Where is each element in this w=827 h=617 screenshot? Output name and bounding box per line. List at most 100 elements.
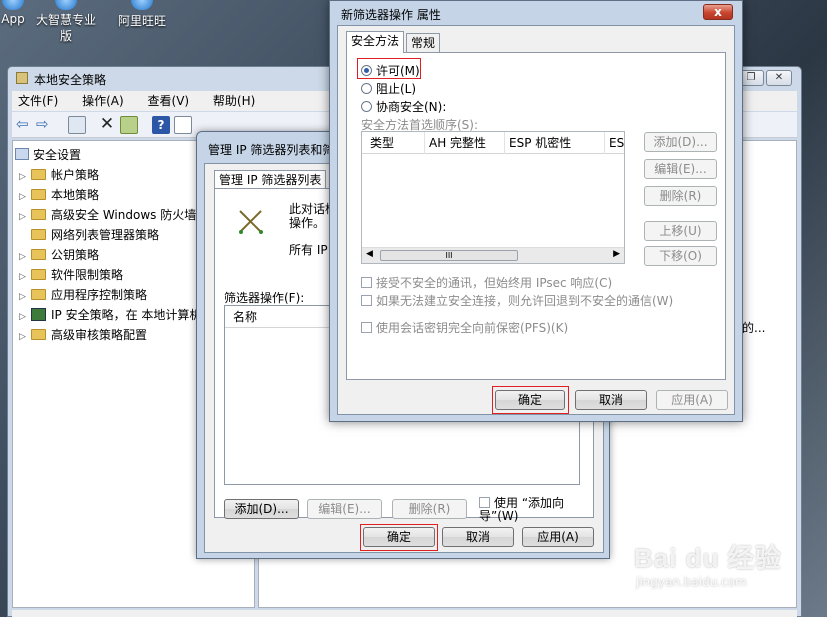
tree-item-public-key[interactable]: ▷ 公钥策略 xyxy=(19,245,99,265)
desktop-icon-label: 大智慧专业版 xyxy=(36,13,97,43)
checkbox[interactable] xyxy=(361,277,372,288)
scroll-right-icon[interactable]: ▶ xyxy=(613,249,620,259)
add-method-button[interactable]: 添加(D)... xyxy=(644,132,717,152)
scroll-thumb[interactable]: III xyxy=(380,250,518,261)
cancel-button[interactable]: 取消 xyxy=(575,390,647,410)
app-icon xyxy=(2,0,24,10)
menu-file[interactable]: 文件(F) xyxy=(12,94,58,108)
radio-block[interactable]: 阻止(L) xyxy=(361,80,416,97)
delete-method-button[interactable]: 删除(R) xyxy=(644,186,717,206)
apply-button[interactable]: 应用(A) xyxy=(522,527,594,547)
checkbox[interactable] xyxy=(361,295,372,306)
desktop-icon-app[interactable]: App xyxy=(0,0,28,26)
folder-icon xyxy=(31,169,46,180)
dazhihui-icon xyxy=(55,0,77,10)
radio-negotiate[interactable]: 协商安全(N): xyxy=(361,98,446,115)
dialog-body: 安全方法 常规 许可(M) 阻止(L) 协商安全(N): 安全方法首选顺序(S)… xyxy=(337,25,735,415)
accept-unsecured-checkbox[interactable]: 接受不安全的通讯，但始终用 IPsec 响应(C) xyxy=(361,274,612,291)
desktop-icon-label: App xyxy=(1,12,25,26)
column-name[interactable]: 名称 xyxy=(225,310,257,324)
radio-icon[interactable] xyxy=(361,101,372,112)
highlight-box xyxy=(360,524,438,551)
show-hide-tree-icon[interactable] xyxy=(68,116,86,134)
highlight-box xyxy=(492,386,569,414)
menu-view[interactable]: 查看(V) xyxy=(142,94,190,108)
security-methods-list[interactable]: 类型 AH 完整性 ESP 机密性 ESI ◀ III ▶ xyxy=(361,131,625,264)
tree-item-software-restriction[interactable]: ▷ 软件限制策略 xyxy=(19,265,123,285)
radio-icon[interactable] xyxy=(361,83,372,94)
move-down-button[interactable]: 下移(O) xyxy=(644,246,717,266)
tree-item-local-policies[interactable]: ▷ 本地策略 xyxy=(19,185,99,205)
expand-arrow-icon[interactable]: ▷ xyxy=(19,207,31,227)
highlight-box xyxy=(357,58,421,79)
move-up-button[interactable]: 上移(U) xyxy=(644,221,717,241)
tab-security-methods[interactable]: 安全方法 xyxy=(346,31,405,53)
close-button[interactable]: x xyxy=(703,4,733,20)
properties-icon[interactable] xyxy=(174,116,192,134)
delete-button[interactable]: 删除(R) xyxy=(392,499,467,519)
pfs-checkbox[interactable]: 使用会话密钥完全向前保密(PFS)(K) xyxy=(361,319,568,336)
dialog-title: 管理 IP 筛选器列表和筛 xyxy=(208,143,335,157)
back-arrow-icon[interactable]: ⇦ xyxy=(16,116,34,134)
window-title: 本地安全策略 xyxy=(34,73,107,87)
expand-arrow-icon[interactable]: ▷ xyxy=(19,287,31,307)
desktop-icon-label: 阿里旺旺 xyxy=(117,14,166,28)
folder-icon xyxy=(31,189,46,200)
use-wizard-checkbox[interactable]: 使用 “添加向导”(W) xyxy=(479,497,589,523)
aliwangwang-icon xyxy=(131,0,153,10)
tree-item-network-list[interactable]: 网络列表管理器策略 xyxy=(19,225,159,245)
tab-panel: 许可(M) 阻止(L) 协商安全(N): 安全方法首选顺序(S): 类型 AH … xyxy=(346,52,726,380)
menu-help[interactable]: 帮助(H) xyxy=(207,94,255,108)
folder-icon xyxy=(31,289,46,300)
add-button[interactable]: 添加(D)... xyxy=(224,499,299,519)
tree-item-account-policies[interactable]: ▷ 帐户策略 xyxy=(19,165,99,185)
description-line-3: 所有 IP xyxy=(289,243,328,257)
status-bar xyxy=(12,610,797,617)
dialog-title: 新筛选器操作 属性 xyxy=(341,8,441,22)
menu-action[interactable]: 操作(A) xyxy=(76,94,124,108)
expand-arrow-icon[interactable]: ▷ xyxy=(19,187,31,207)
desktop-icon-aliwangwang[interactable]: 阿里旺旺 xyxy=(112,0,172,29)
tree-item-app-control[interactable]: ▷ 应用程序控制策略 xyxy=(19,285,147,305)
checkbox[interactable] xyxy=(479,497,490,508)
edit-button[interactable]: 编辑(E)... xyxy=(307,499,382,519)
help-icon[interactable]: ? xyxy=(152,116,170,134)
watermark-url: jingyan.baidu.com xyxy=(636,575,747,589)
horizontal-scrollbar[interactable]: ◀ III ▶ xyxy=(362,247,624,263)
tab-general[interactable]: 常规 xyxy=(406,33,441,52)
allow-fallback-checkbox[interactable]: 如果无法建立安全连接，则允许回退到不安全的通信(W) xyxy=(361,292,673,309)
security-settings-icon xyxy=(15,148,29,160)
tree-root[interactable]: 安全设置 xyxy=(15,145,81,165)
checkbox[interactable] xyxy=(361,322,372,333)
column-esp-truncated[interactable]: ESI xyxy=(604,132,624,154)
export-list-icon[interactable] xyxy=(120,116,138,134)
column-ah-integrity[interactable]: AH 完整性 xyxy=(424,132,486,154)
expand-arrow-icon[interactable]: ▷ xyxy=(19,307,31,327)
baidu-watermark: Bai du 经验 jingyan.baidu.com xyxy=(634,538,824,589)
cancel-button[interactable]: 取消 xyxy=(442,527,514,547)
expand-arrow-icon[interactable]: ▷ xyxy=(19,167,31,187)
folder-icon xyxy=(31,329,46,340)
close-button[interactable]: ✕ xyxy=(766,70,792,86)
delete-icon[interactable]: ✕ xyxy=(98,116,116,134)
scroll-left-icon[interactable]: ◀ xyxy=(366,249,373,259)
expand-arrow-icon[interactable]: ▷ xyxy=(19,327,31,347)
forward-arrow-icon[interactable]: ⇨ xyxy=(36,116,54,134)
new-filter-action-dialog: 新筛选器操作 属性 x 安全方法 常规 许可(M) 阻止(L) 协商安全(N):… xyxy=(329,0,743,422)
apply-button[interactable]: 应用(A) xyxy=(656,390,728,410)
edit-method-button[interactable]: 编辑(E)... xyxy=(644,159,717,179)
tab-manage-filter-list[interactable]: 管理 IP 筛选器列表 xyxy=(214,170,327,189)
column-type[interactable]: 类型 xyxy=(370,132,394,154)
tree-item-advanced-audit[interactable]: ▷ 高级审核策略配置 xyxy=(19,325,147,345)
filter-action-icon xyxy=(237,207,265,235)
column-esp-confidentiality[interactable]: ESP 机密性 xyxy=(504,132,571,154)
expand-arrow-icon[interactable]: ▷ xyxy=(19,267,31,287)
desktop-icon-dazhihui[interactable]: 大智慧专业版 xyxy=(32,0,100,44)
list-header: 类型 AH 完整性 ESP 机密性 ESI xyxy=(362,132,624,154)
folder-icon xyxy=(31,209,46,220)
expand-arrow-icon[interactable]: ▷ xyxy=(19,247,31,267)
use-wizard-label: 使用 “添加向导”(W) xyxy=(479,496,565,523)
tree-item-ip-security[interactable]: ▷ IP 安全策略，在 本地计算机 xyxy=(19,305,201,325)
tree-item-firewall[interactable]: ▷ 高级安全 Windows 防火墙 xyxy=(19,205,196,225)
description-line-2: 操作。 xyxy=(289,216,326,230)
